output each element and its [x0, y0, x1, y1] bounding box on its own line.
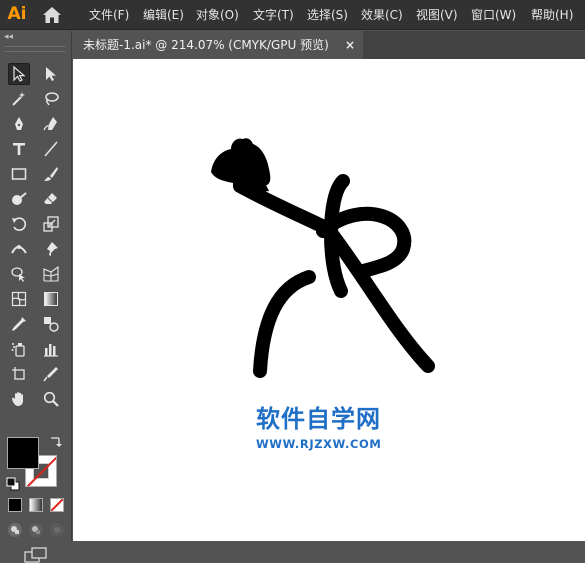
eyedropper-tool-icon[interactable]	[8, 313, 30, 335]
menu-effect[interactable]: 效果(C)	[361, 0, 403, 30]
draw-behind-icon[interactable]	[28, 522, 44, 538]
line-segment-tool-icon[interactable]	[40, 138, 62, 160]
shaper-tool-icon[interactable]	[8, 188, 30, 210]
app-logo: Ai	[7, 4, 27, 24]
direct-selection-tool-icon[interactable]	[40, 63, 62, 85]
menu-bar: Ai 文件(F) 编辑(E) 对象(O) 文字(T) 选择(S) 效果(C) 视…	[0, 0, 585, 30]
puppet-warp-tool-icon[interactable]	[40, 238, 62, 260]
none-button[interactable]	[50, 498, 64, 512]
artboard-tool-icon[interactable]	[8, 363, 30, 385]
draw-normal-icon[interactable]	[7, 522, 23, 538]
slice-tool-icon[interactable]	[40, 363, 62, 385]
curvature-tool-icon[interactable]	[40, 113, 62, 135]
menu-object[interactable]: 对象(O)	[196, 0, 239, 30]
scale-tool-icon[interactable]	[40, 213, 62, 235]
symbol-sprayer-tool-icon[interactable]	[8, 338, 30, 360]
shape-builder-tool-icon[interactable]	[8, 263, 30, 285]
document-tab-title: 未标题-1.ai* @ 214.07% (CMYK/GPU 预览)	[83, 38, 329, 52]
rectangle-tool-icon[interactable]	[8, 163, 30, 185]
type-tool-icon[interactable]	[8, 138, 30, 160]
menu-view[interactable]: 视图(V)	[416, 0, 458, 30]
menu-window[interactable]: 窗口(W)	[471, 0, 516, 30]
artboard-canvas[interactable]: 软件自学网 WWW.RJZXW.COM	[73, 59, 585, 541]
screen-mode-icon[interactable]	[24, 547, 48, 563]
swap-fill-stroke-icon[interactable]	[48, 435, 62, 449]
color-button[interactable]	[8, 498, 22, 512]
perspective-grid-tool-icon[interactable]	[40, 263, 62, 285]
close-icon[interactable]: ×	[344, 38, 356, 52]
paintbrush-tool-icon[interactable]	[40, 163, 62, 185]
document-tab[interactable]: 未标题-1.ai* @ 214.07% (CMYK/GPU 预览) ×	[73, 31, 363, 59]
menu-help[interactable]: 帮助(H)	[531, 0, 573, 30]
stick-figure-artwork[interactable]	[73, 59, 585, 541]
document-tab-bar: 未标题-1.ai* @ 214.07% (CMYK/GPU 预览) ×	[73, 31, 585, 59]
lasso-tool-icon[interactable]	[40, 88, 62, 110]
rotate-tool-icon[interactable]	[8, 213, 30, 235]
panel-grip[interactable]	[4, 46, 66, 52]
width-tool-icon[interactable]	[8, 238, 30, 260]
watermark-title: 软件自学网	[256, 405, 381, 433]
home-icon[interactable]	[42, 6, 62, 24]
default-colors-icon[interactable]	[6, 477, 20, 491]
magic-wand-tool-icon[interactable]	[8, 88, 30, 110]
zoom-tool-icon[interactable]	[40, 388, 62, 410]
gradient-tool-icon[interactable]	[40, 288, 62, 310]
collapse-panel-icon[interactable]: ◂◂	[4, 31, 16, 43]
draw-inside-icon[interactable]	[49, 522, 65, 538]
gradient-button[interactable]	[29, 498, 43, 512]
hand-tool-icon[interactable]	[8, 388, 30, 410]
menu-select[interactable]: 选择(S)	[307, 0, 348, 30]
blend-tool-icon[interactable]	[40, 313, 62, 335]
none-slash-icon	[51, 499, 63, 511]
eraser-tool-icon[interactable]	[40, 188, 62, 210]
menu-type[interactable]: 文字(T)	[253, 0, 294, 30]
tools-panel: ◂◂	[0, 31, 72, 563]
fill-swatch[interactable]	[7, 437, 39, 469]
pen-tool-icon[interactable]	[8, 113, 30, 135]
column-graph-tool-icon[interactable]	[40, 338, 62, 360]
mesh-tool-icon[interactable]	[8, 288, 30, 310]
menu-edit[interactable]: 编辑(E)	[143, 0, 184, 30]
menu-file[interactable]: 文件(F)	[89, 0, 129, 30]
selection-tool-icon[interactable]	[8, 63, 30, 85]
watermark-url: WWW.RJZXW.COM	[256, 437, 382, 451]
